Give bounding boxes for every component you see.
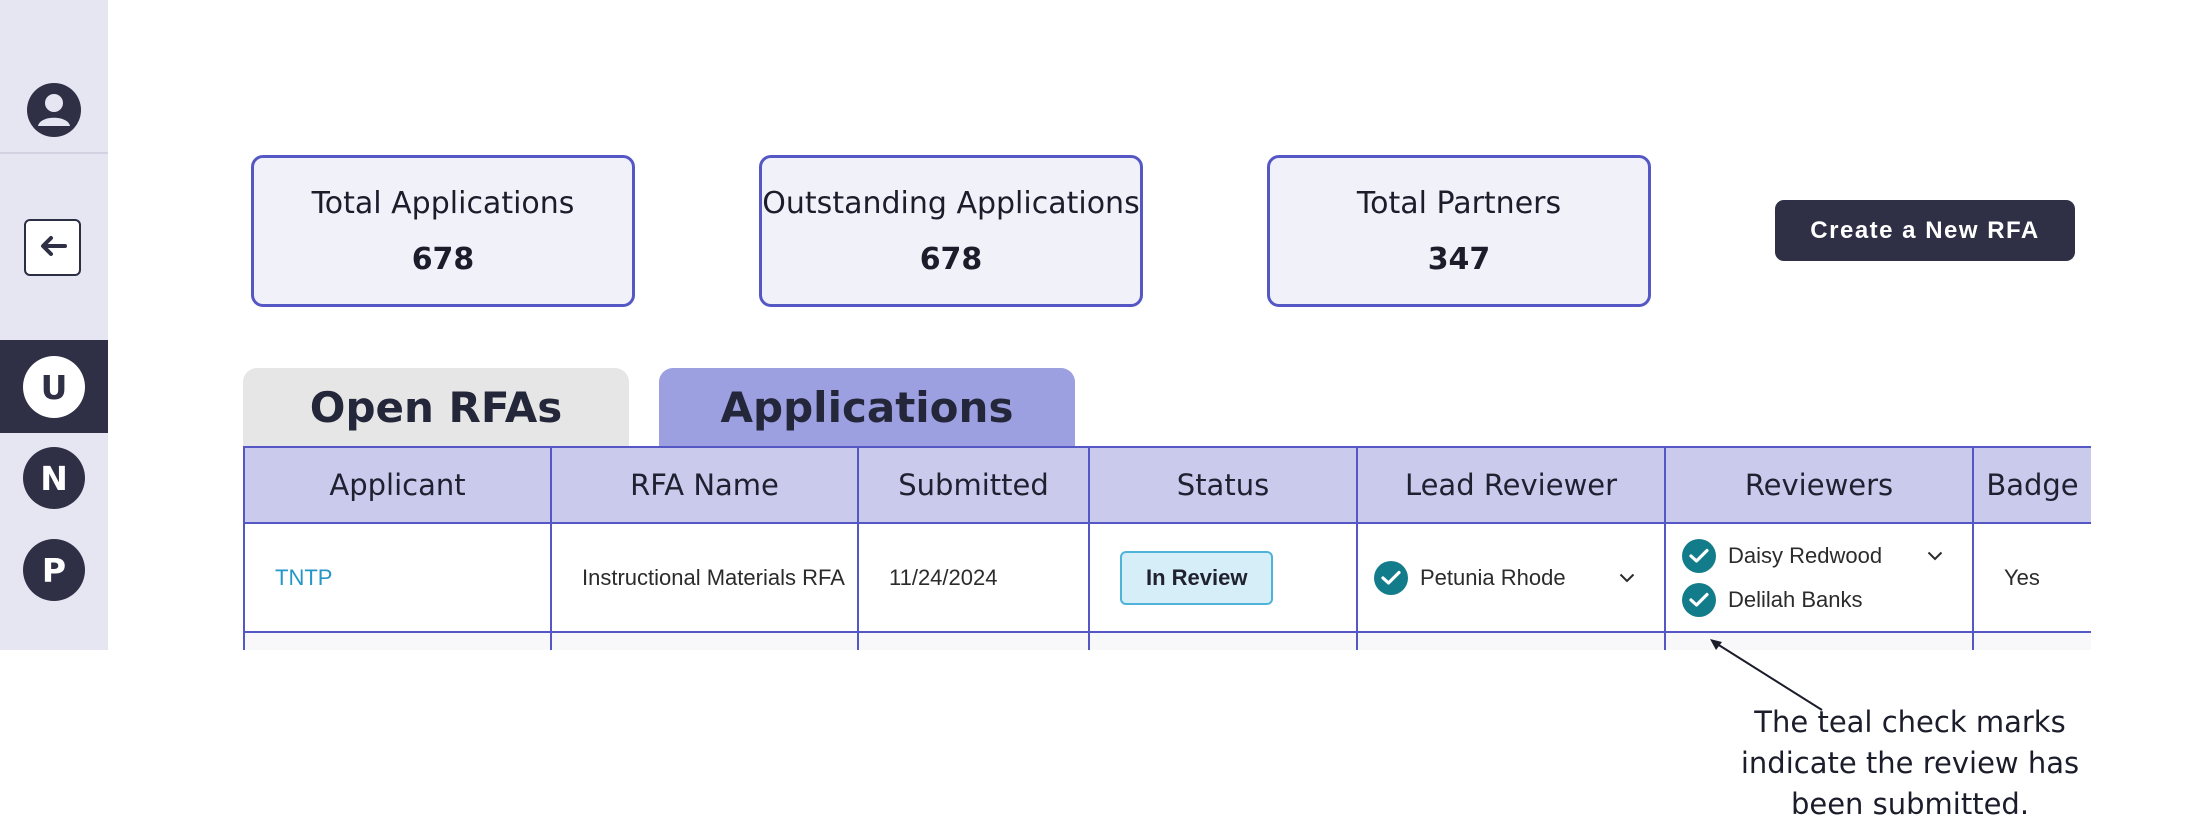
check-icon (1682, 582, 1716, 617)
column-header-lead-reviewer[interactable]: Lead Reviewer (1356, 446, 1666, 524)
reviewer-name: Daisy Redwood (1728, 542, 1883, 568)
column-header-badge[interactable]: Badge (1972, 446, 2091, 524)
chevron-down-icon[interactable] (1614, 573, 1640, 583)
reviewer-item[interactable]: Daisy Redwood (1682, 534, 1948, 578)
chevron-down-icon[interactable] (1922, 551, 1948, 561)
check-icon (1682, 538, 1716, 573)
column-header-status[interactable]: Status (1088, 446, 1358, 524)
stat-label: Total Applications (311, 186, 575, 221)
table-cell (857, 631, 1090, 650)
stat-label: Outstanding Applications (762, 186, 1140, 221)
table-cell (1356, 631, 1666, 650)
column-header-rfa-name[interactable]: RFA Name (550, 446, 859, 524)
column-header-submitted[interactable]: Submitted (857, 446, 1090, 524)
tab-open-rfas[interactable]: Open RFAs (243, 368, 629, 446)
stat-label: Total Partners (1356, 186, 1562, 221)
lead-reviewer-cell: Petunia Rhode (1356, 522, 1666, 633)
table-cell (1088, 631, 1358, 650)
user-avatar-p[interactable]: P (23, 539, 85, 601)
lead-reviewer-dropdown[interactable]: Petunia Rhode (1374, 556, 1640, 600)
column-header-reviewers[interactable]: Reviewers (1664, 446, 1974, 524)
stat-value: 678 (411, 242, 475, 277)
lead-reviewer-name: Petunia Rhode (1420, 564, 1566, 590)
column-header-applicant[interactable]: Applicant (243, 446, 552, 524)
stat-card-total-partners: Total Partners 347 (1267, 155, 1651, 307)
stat-card-outstanding-applications: Outstanding Applications 678 (759, 155, 1143, 307)
annotation-text: The teal check marks indicate the review… (1740, 705, 2080, 821)
status-cell: In Review (1088, 522, 1358, 633)
submitted-date-cell: 11/24/2024 (857, 522, 1090, 633)
reviewer-name: Delilah Banks (1728, 586, 1863, 612)
applications-table: Applicant RFA Name Submitted Status Lead… (243, 446, 2091, 650)
check-icon (1374, 560, 1408, 595)
status-badge[interactable]: In Review (1120, 550, 1274, 605)
arrow-left-icon (39, 234, 67, 262)
stat-card-total-applications: Total Applications 678 (251, 155, 635, 307)
tab-applications[interactable]: Applications (659, 368, 1075, 446)
table-cell (550, 631, 859, 650)
applicant-link[interactable]: TNTP (243, 522, 552, 633)
table-row[interactable]: TNTP Instructional Materials RFA 11/24/2… (243, 522, 2091, 633)
user-circle-icon[interactable] (26, 82, 82, 138)
reviewers-cell: Daisy Redwood Delilah Banks (1664, 522, 1974, 633)
user-avatar-n[interactable]: N (23, 447, 85, 509)
stat-value: 347 (1427, 242, 1491, 277)
user-avatar-u[interactable]: U (23, 356, 85, 418)
sidebar: U N P (0, 0, 108, 650)
table-header-row: Applicant RFA Name Submitted Status Lead… (243, 446, 2091, 524)
create-rfa-button[interactable]: Create a New RFA (1775, 200, 2075, 261)
table-cell (1972, 631, 2091, 650)
table-cell (243, 631, 552, 650)
back-button[interactable] (24, 219, 81, 276)
sidebar-divider (0, 152, 108, 154)
rfa-name-cell: Instructional Materials RFA (550, 522, 859, 633)
badge-cell: Yes (1972, 522, 2091, 633)
stat-value: 678 (919, 242, 983, 277)
reviewer-item[interactable]: Delilah Banks (1682, 578, 1948, 622)
